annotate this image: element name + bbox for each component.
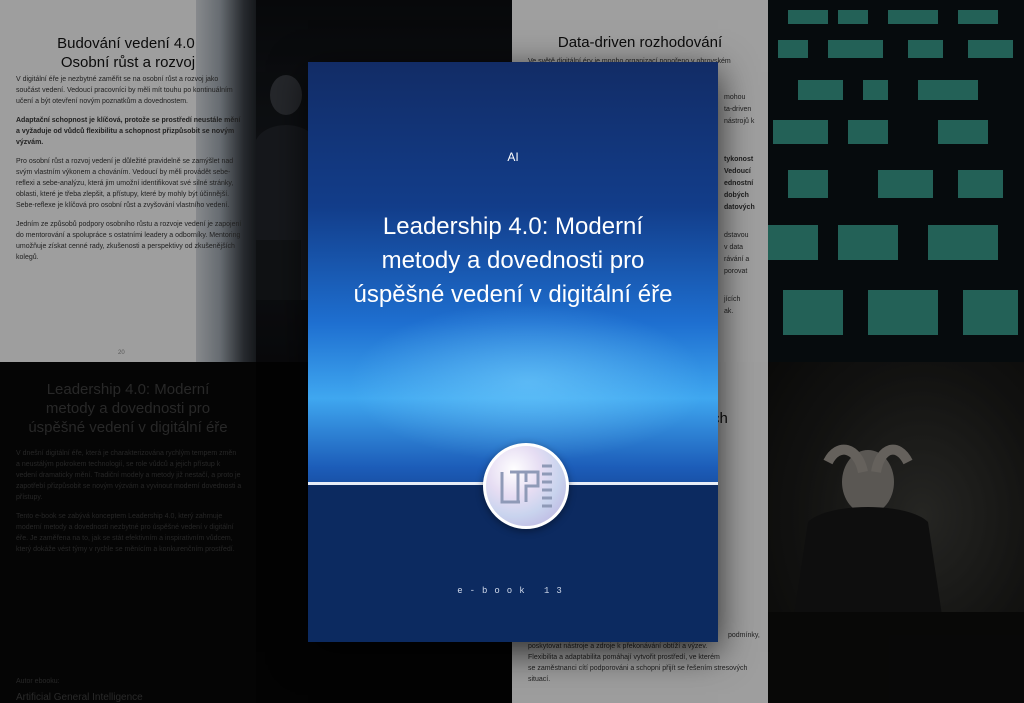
page-preview-bottom-left: Leadership 4.0: Moderní metody a dovedno… [0, 362, 256, 703]
text-line: Flexibilita a adaptabilita pomáhají vytv… [528, 654, 720, 661]
text-line: ednostní [724, 180, 754, 187]
text-line: dstavou [724, 232, 749, 239]
paragraph: V digitální éře je nezbytné zaměřit se n… [16, 76, 233, 105]
page-title-line: úspěšné vedení v digitální éře [28, 419, 228, 436]
stressed-man-figure [768, 444, 1024, 703]
paragraph: Jedním ze způsobů podpory osobního růstu… [16, 221, 242, 261]
page-title-line: metody a dovednosti pro [45, 400, 211, 417]
text-line: ak. [724, 308, 734, 315]
page-title-line: Osobní růst a rozvoj [60, 54, 196, 71]
cover-glow [348, 302, 708, 462]
paragraph: Adaptační schopnost je klíčová, protože … [16, 117, 241, 146]
text-line: porovat [724, 268, 748, 275]
text-line: se zaměstnanci cítí podporováni a schopn… [528, 665, 748, 672]
page-title-line: Leadership 4.0: Moderní [46, 381, 210, 398]
page-title-line: Budování vedení 4.0: [57, 35, 199, 52]
page-title: Data-driven rozhodování [557, 34, 723, 51]
text-line: dobých [724, 192, 749, 199]
paragraph: V dnešní digitální éře, která je charakt… [16, 450, 242, 501]
text-line: mohou [724, 94, 746, 101]
page-number: 20 [118, 350, 125, 356]
author-name: Artificial General Intelligence [16, 692, 143, 703]
text-line: poskytovat nástroje a zdroje k překonává… [528, 643, 708, 650]
text-line: ta-driven [724, 106, 752, 113]
page-body: V digitální éře je nezbytné zaměřit se n… [16, 74, 242, 271]
cover-title: Leadership 4.0: Moderní metody a dovedno… [328, 210, 698, 312]
text-line: situací. [528, 676, 551, 683]
text-line: v data [724, 244, 744, 251]
page-body: V dnešní digitální éře, která je charakt… [16, 448, 242, 563]
cover-title-line: úspěšné vedení v digitální éře [353, 281, 673, 308]
paragraph: Pro osobní růst a rozvoj vedení je důlež… [16, 158, 234, 209]
page-preview-top-left: Budování vedení 4.0: Osobní růst a rozvo… [0, 0, 256, 362]
text-line: rávání a [724, 256, 750, 263]
cover-title-line: Leadership 4.0: Moderní [382, 213, 644, 240]
text-line: Vedoucí [724, 168, 751, 175]
cover-category-tag: AI [507, 150, 519, 164]
text-line: tykonost [724, 156, 754, 163]
brand-logo-icon [483, 443, 569, 529]
data-grid-graphic [768, 10, 1018, 335]
stressed-man-photo [768, 362, 1024, 703]
ebook-cover[interactable]: AI Leadership 4.0: Moderní metody a dove… [308, 62, 718, 642]
author-label: Autor ebooku: [16, 678, 60, 685]
page-title: Leadership 4.0: Moderní metody a dovedno… [0, 380, 256, 437]
text-line: datových [724, 204, 755, 211]
data-grid-image [768, 0, 1024, 362]
paragraph: Tento e-book se zabývá konceptem Leaders… [16, 513, 235, 553]
cover-title-line: metody a dovednosti pro [381, 247, 645, 274]
ebook-number-label: e-book 13 [457, 586, 569, 596]
text-line: nástrojů k [724, 118, 755, 125]
text-line: jících [724, 296, 741, 303]
